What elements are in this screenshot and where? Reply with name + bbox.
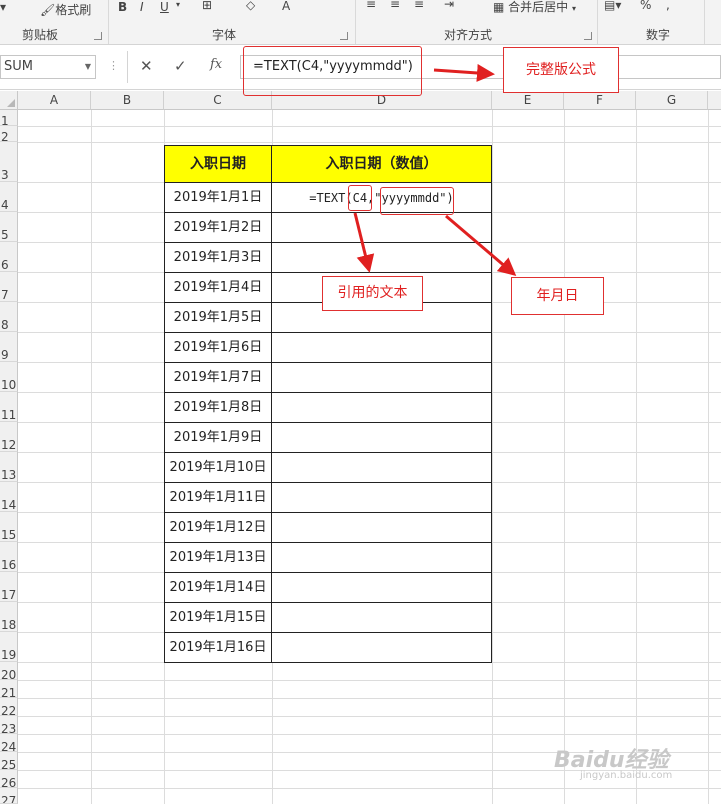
annotation-arrows — [353, 63, 517, 276]
arrow-to-full-formula — [433, 63, 495, 82]
watermark-url: jingyan.baidu.com — [580, 770, 673, 781]
arrow-to-year-month-day — [445, 214, 517, 276]
arrow-to-referenced-text — [353, 212, 375, 273]
